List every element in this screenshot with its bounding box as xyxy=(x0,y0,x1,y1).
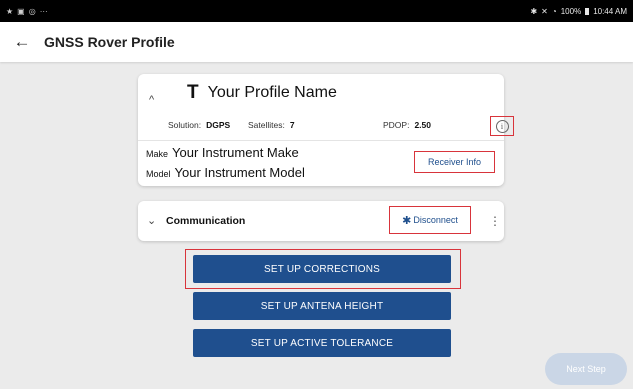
communication-card[interactable]: ⌄ Communication ✱ Disconnect ⋮ xyxy=(138,201,504,241)
wifi-icon: ◔ xyxy=(551,6,557,16)
info-button[interactable]: i xyxy=(490,116,514,136)
satellites-stats: Satellites: 7 xyxy=(248,120,295,130)
receiver-info-button[interactable]: Receiver Info xyxy=(414,151,495,173)
page-title: GNSS Rover Profile xyxy=(44,34,175,50)
satellites-value: 7 xyxy=(289,120,295,130)
location-icon: ◎ xyxy=(28,6,36,16)
gallery-icon: ▣ xyxy=(17,6,25,16)
profile-name: Your Profile Name xyxy=(207,84,337,101)
setup-antenna-height-button[interactable]: SET UP ANTENA HEIGHT xyxy=(193,292,451,320)
battery-icon xyxy=(585,7,590,15)
back-arrow-icon[interactable]: ← xyxy=(0,32,44,52)
disconnect-label: Disconnect xyxy=(413,215,458,225)
status-bar: ★ ▣ ◎ ··· ✱ ✕ ◔ 100% 10:44 AM xyxy=(0,0,633,22)
model-label: Model xyxy=(146,169,171,179)
battery-level: 100% xyxy=(560,6,582,16)
mute-icon: ✕ xyxy=(541,6,548,16)
model-value: Your Instrument Model xyxy=(174,165,305,180)
pdop-value: 2.50 xyxy=(414,120,431,130)
setup-active-tolerance-button[interactable]: SET UP ACTIVE TOLERANCE xyxy=(193,329,451,357)
system-icons: ✱ ✕ ◔ 100% 10:44 AM xyxy=(530,7,627,16)
more-notifications-icon: ··· xyxy=(39,6,48,16)
more-options-icon[interactable]: ⋮ xyxy=(489,214,501,228)
bluetooth-icon: ✱ xyxy=(530,6,538,16)
next-step-button[interactable]: Next Step xyxy=(545,353,627,385)
solution-stats: Solution: DGPS xyxy=(168,120,230,130)
make-value: Your Instrument Make xyxy=(172,145,299,160)
profile-header: T Your Profile Name xyxy=(187,82,337,104)
tripod-icon: T xyxy=(187,82,199,103)
profile-card: ^ T Your Profile Name Solution: DGPS Sate… xyxy=(138,74,514,186)
pdop-label: PDOP: xyxy=(383,120,410,130)
pdop-stats: PDOP: 2.50 xyxy=(383,120,431,130)
solution-value: DGPS xyxy=(206,120,231,130)
notification-icons: ★ ▣ ◎ ··· xyxy=(6,7,48,16)
expand-chevron-icon[interactable]: ⌄ xyxy=(147,214,156,227)
card-divider xyxy=(138,140,504,141)
app-bar: ← GNSS Rover Profile xyxy=(0,22,633,62)
model-row: Model Your Instrument Model xyxy=(146,165,305,180)
collapse-chevron-icon[interactable]: ^ xyxy=(149,94,154,106)
satellites-label: Satellites: xyxy=(248,120,285,130)
info-icon: i xyxy=(495,119,509,133)
solution-label: Solution: xyxy=(168,120,202,130)
make-label: Make xyxy=(146,149,169,159)
make-row: Make Your Instrument Make xyxy=(146,145,299,160)
bluetooth-off-icon: ✱ xyxy=(402,214,412,227)
setup-corrections-button[interactable]: SET UP CORRECTIONS xyxy=(193,255,451,283)
clock: 10:44 AM xyxy=(593,6,627,16)
disconnect-button[interactable]: ✱ Disconnect xyxy=(389,206,471,234)
communication-title: Communication xyxy=(166,215,246,227)
star-icon: ★ xyxy=(6,6,14,16)
